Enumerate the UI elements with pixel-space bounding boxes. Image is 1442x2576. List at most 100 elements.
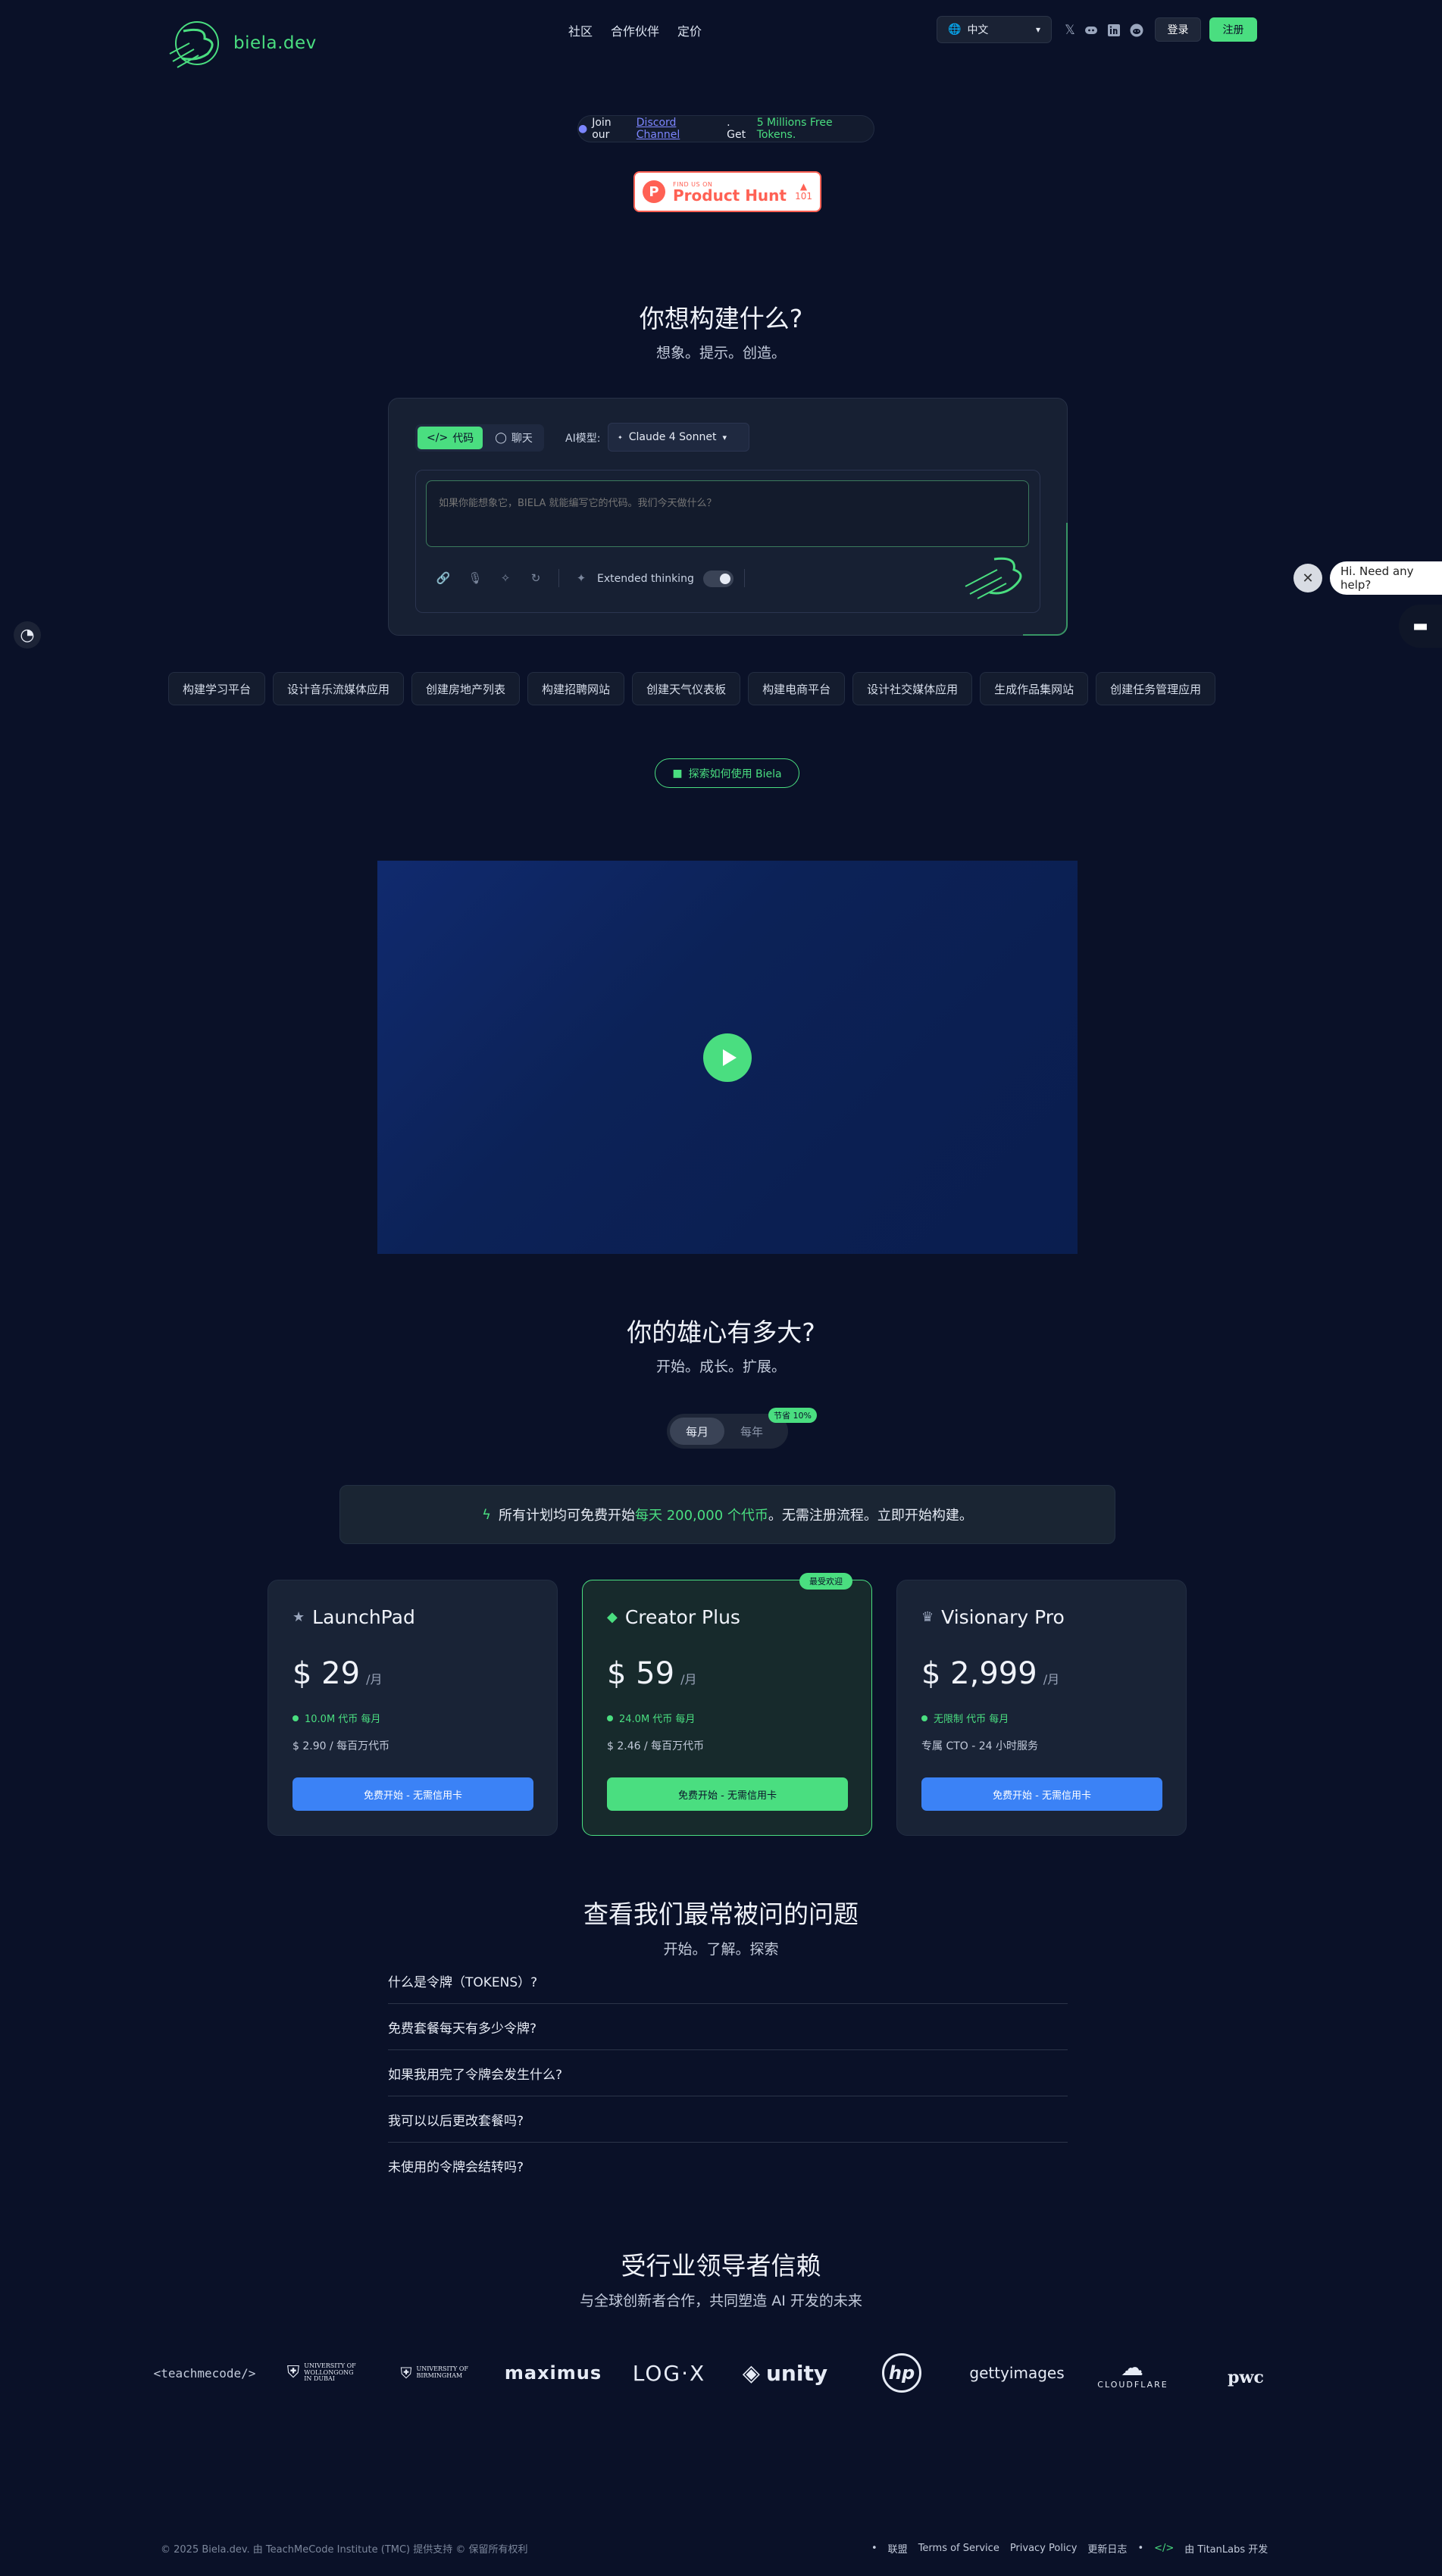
brand-birmingham-text: UNIVERSITY OF BIRMINGHAM — [416, 2365, 468, 2379]
period-yearly[interactable]: 每年 — [724, 1418, 779, 1445]
model-icon: ✦ — [618, 433, 623, 441]
plan-start-button[interactable]: 免费开始 - 无需信用卡 — [921, 1777, 1162, 1811]
footer-built-by[interactable]: 由 TitanLabs 开发 — [1184, 2541, 1268, 2556]
chip-social-media[interactable]: 设计社交媒体应用 — [852, 672, 973, 705]
faq-item[interactable]: 我可以以后更改套餐吗? — [388, 2096, 1068, 2143]
chip-learning-platform[interactable]: 构建学习平台 — [168, 672, 266, 705]
discord-highlight: 5 Millions Free Tokens. — [756, 117, 833, 141]
faq-title: 查看我们最常被问的问题 — [583, 1899, 859, 1929]
close-icon[interactable]: ✕ — [1293, 564, 1322, 592]
language-value: 中文 — [967, 24, 989, 36]
brand-cloudflare: ☁ CLOUDFLARE — [1090, 2355, 1176, 2391]
brand-teachmecode: <teachmecode/> — [153, 2365, 256, 2381]
plan-start-button[interactable]: 免费开始 - 无需信用卡 — [607, 1777, 848, 1811]
send-logo-icon[interactable] — [964, 553, 1031, 600]
free-tokens-banner: ϟ 所有计划均可免费开始 每天 200,000 个代币 。无需注册流程。立即开始构建… — [339, 1485, 1115, 1544]
chip-task-manager[interactable]: 创建任务管理应用 — [1096, 672, 1216, 705]
tab-chat[interactable]: ◯ 聊天 — [486, 427, 542, 449]
trust-subtitle: 与全球创新者合作，共同塑造 AI 开发的未来 — [580, 2293, 862, 2309]
chat-bubble-icon: ◯ — [495, 432, 507, 444]
chip-portfolio[interactable]: 生成作品集网站 — [980, 672, 1089, 705]
language-select[interactable]: 🌐 中文 ▾ — [937, 16, 1052, 43]
explore-button[interactable]: ■ 探索如何使用 Biela — [655, 758, 799, 788]
toolbar-divider — [558, 569, 559, 587]
plan-name: Creator Plus — [624, 1606, 740, 1628]
plan-price: $ 29 — [292, 1656, 361, 1691]
brand-wollongong-text: UNIVERSITY OF WOLLONGONG IN DUBAI — [304, 2362, 356, 2383]
chip-music-streaming[interactable]: 设计音乐流媒体应用 — [273, 672, 405, 705]
footer-copyright: © 2025 Biela.dev. 由 TeachMeCode Institut… — [161, 2541, 528, 2556]
faq-item[interactable]: 什么是令牌（TOKENS）? — [388, 1958, 1068, 2004]
code-icon: </> — [427, 432, 449, 444]
brand-hp-text: hp — [882, 2353, 921, 2393]
logo[interactable]: biela.dev — [167, 14, 356, 73]
banner-prefix: 所有计划均可免费开始 — [498, 1508, 635, 1524]
faq-item[interactable]: 未使用的令牌会结转吗? — [388, 2143, 1068, 2189]
plan-start-button[interactable]: 免费开始 - 无需信用卡 — [292, 1777, 533, 1811]
period-monthly[interactable]: 每月 — [670, 1418, 724, 1445]
refresh-icon[interactable]: ↻ — [527, 570, 544, 586]
x-icon[interactable]: 𝕏 — [1061, 21, 1079, 39]
banner-highlight: 每天 200,000 个代币 — [634, 1508, 768, 1524]
footer-link-affiliate[interactable]: 联盟 — [888, 2541, 908, 2556]
crown-icon: ♛ — [921, 1609, 934, 1625]
model-select[interactable]: ✦ Claude 4 Sonnet ▾ — [608, 423, 749, 452]
tab-code[interactable]: </> 代码 — [418, 427, 483, 449]
chip-real-estate[interactable]: 创建房地产列表 — [411, 672, 521, 705]
banner-suffix: 。无需注册流程。立即开始构建。 — [768, 1508, 973, 1524]
footer-link-terms[interactable]: Terms of Service — [918, 2543, 999, 2554]
reddit-icon[interactable] — [1128, 21, 1146, 39]
play-icon[interactable] — [703, 1033, 752, 1082]
chevron-down-icon: ▾ — [722, 432, 727, 442]
main-nav: 社区 合作伙伴 定价 — [568, 21, 702, 39]
explore-label: 探索如何使用 Biela — [688, 767, 782, 780]
plan-rate: $ 2.90 / 每百万代币 — [292, 1740, 390, 1752]
plan-period: /月 — [680, 1672, 697, 1687]
footer-link-changelog[interactable]: 更新日志 — [1087, 2541, 1127, 2556]
plan-tokens-text: 24.0M 代币 每月 — [619, 1714, 696, 1725]
diamond-icon: ◆ — [607, 1609, 618, 1625]
microphone-icon[interactable]: 🎙 — [467, 570, 483, 586]
brand-birmingham: ⛨ UNIVERSITY OF BIRMINGHAM — [394, 2355, 483, 2391]
brand-cloudflare-text: CLOUDFLARE — [1097, 2379, 1168, 2390]
dot-separator: • — [1137, 2543, 1144, 2554]
link-icon[interactable]: 🔗 — [435, 570, 452, 586]
discord-banner[interactable]: ● Join our Discord Channel . Get 5 Millio… — [577, 115, 874, 142]
most-popular-badge: 最受欢迎 — [799, 1573, 852, 1590]
linkedin-icon[interactable] — [1105, 21, 1123, 39]
faq-item[interactable]: 免费套餐每天有多少令牌? — [388, 2004, 1068, 2050]
footer-link-privacy[interactable]: Privacy Policy — [1010, 2543, 1078, 2554]
chat-icon[interactable]: ▬ — [1399, 605, 1442, 648]
chip-ecommerce[interactable]: 构建电商平台 — [748, 672, 846, 705]
chat-greeting[interactable]: Hi. Need any help? — [1330, 561, 1442, 595]
plan-card-visionary-pro: ♛ Visionary Pro $ 2,999 /月 无限制 代币 每月 专属 … — [896, 1580, 1187, 1836]
prompt-input[interactable] — [426, 480, 1029, 547]
hero-title: 你想构建什么? — [639, 304, 803, 333]
crest-icon: ⛨ — [400, 2364, 412, 2382]
plan-card-launchpad: ★ LaunchPad $ 29 /月 10.0M 代币 每月 $ 2.90 /… — [267, 1580, 558, 1836]
nav-partners[interactable]: 合作伙伴 — [611, 21, 659, 39]
signup-button[interactable]: 注册 — [1209, 17, 1257, 42]
logo-text: biela.dev — [233, 33, 317, 53]
discord-icon[interactable] — [1082, 21, 1100, 39]
mode-tabs: </> 代码 ◯ 聊天 — [415, 424, 544, 452]
discord-prefix: Join our — [592, 117, 612, 141]
chip-job-board[interactable]: 构建招聘网站 — [527, 672, 625, 705]
cookie-icon[interactable]: ◔ — [14, 621, 41, 649]
nav-community[interactable]: 社区 — [568, 21, 593, 39]
logo-mark-icon — [169, 21, 219, 68]
plan-period: /月 — [366, 1672, 383, 1687]
nav-pricing[interactable]: 定价 — [677, 21, 702, 39]
tab-code-label: 代码 — [452, 433, 474, 445]
login-button[interactable]: 登录 — [1155, 17, 1201, 42]
lightning-icon: ϟ — [482, 1506, 491, 1523]
plan-tokens: 24.0M 代币 每月 — [607, 1711, 695, 1725]
plan-price: $ 2,999 — [921, 1656, 1037, 1691]
product-hunt-badge[interactable]: P FIND US ON Product Hunt ▲ 101 — [633, 171, 821, 212]
faq-item[interactable]: 如果我用完了令牌会发生什么? — [388, 2050, 1068, 2096]
magic-wand-icon[interactable]: ✧ — [497, 570, 514, 586]
chip-weather-dashboard[interactable]: 创建天气仪表板 — [632, 672, 741, 705]
discord-link[interactable]: Discord Channel — [637, 117, 722, 141]
trust-title: 受行业领导者信赖 — [621, 2251, 821, 2281]
plan-rate: $ 2.46 / 每百万代币 — [607, 1740, 705, 1752]
